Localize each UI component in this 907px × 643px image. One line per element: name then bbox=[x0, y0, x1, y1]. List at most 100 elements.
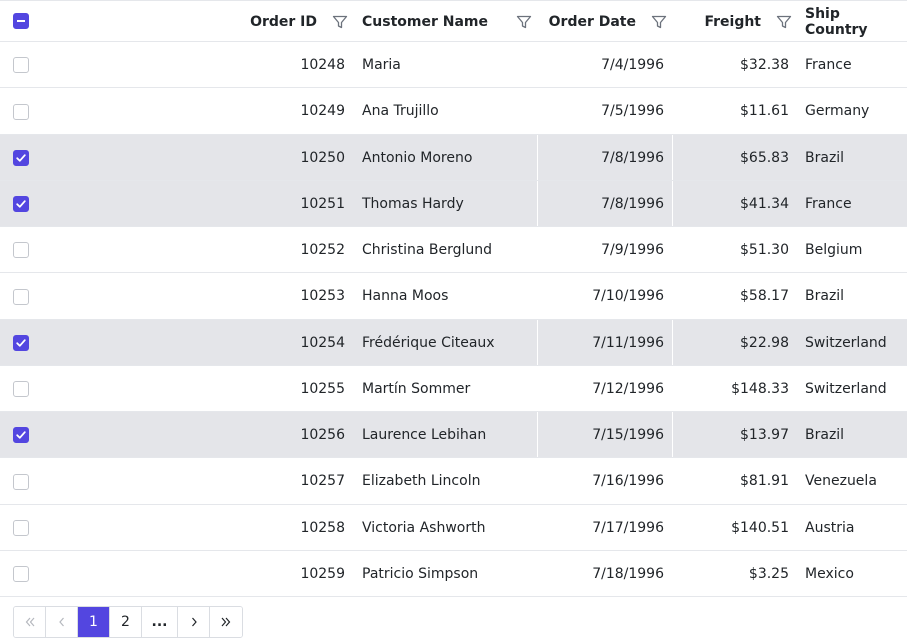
cell-order-id: 10258 bbox=[300, 519, 345, 536]
cell-freight: $65.83 bbox=[740, 149, 789, 166]
row-select-checkbox[interactable] bbox=[13, 566, 29, 582]
header-freight[interactable]: Freight bbox=[675, 1, 761, 43]
table-row[interactable]: 10258 Victoria Ashworth 7/17/1996 $140.51 Au… bbox=[0, 505, 907, 551]
header-customer-name-label: Customer Name bbox=[362, 14, 488, 30]
table-row[interactable]: 10254 Frédérique Citeaux 7/11/1996 $22.98 Sw… bbox=[0, 320, 907, 366]
cell-order-date: 7/17/1996 bbox=[592, 519, 664, 536]
filter-icon[interactable] bbox=[516, 14, 532, 30]
cell-order-date: 7/12/1996 bbox=[592, 380, 664, 397]
cell-freight: $11.61 bbox=[740, 103, 789, 119]
cell-freight: $41.34 bbox=[740, 195, 789, 212]
cell-order-id: 10259 bbox=[300, 565, 345, 582]
row-select-checkbox[interactable] bbox=[13, 289, 29, 305]
table-row[interactable]: 10257 Elizabeth Lincoln 7/16/1996 $81.91 Ven… bbox=[0, 458, 907, 505]
page-button-2[interactable]: 2 bbox=[110, 607, 142, 637]
cell-customer-name: Frédérique Citeaux bbox=[362, 334, 495, 351]
header-ship-country[interactable]: Ship Country bbox=[805, 1, 907, 43]
double-chevron-right-icon bbox=[221, 617, 231, 627]
table-row[interactable]: 10251 Thomas Hardy 7/8/1996 $41.34 France bbox=[0, 181, 907, 227]
cell-freight: $81.91 bbox=[740, 473, 789, 489]
row-select-checkbox[interactable] bbox=[13, 242, 29, 258]
cell-order-id: 10252 bbox=[300, 241, 345, 258]
cell-freight: $3.25 bbox=[748, 565, 789, 582]
filter-icon[interactable] bbox=[776, 14, 792, 30]
indeterminate-icon bbox=[17, 20, 25, 22]
last-page-button[interactable] bbox=[210, 607, 242, 637]
page-ellipsis-button[interactable]: ... bbox=[142, 607, 178, 637]
cell-order-id: 10254 bbox=[300, 334, 345, 351]
header-freight-label: Freight bbox=[704, 14, 761, 30]
column-separator bbox=[672, 320, 673, 365]
table-row[interactable]: 10256 Laurence Lebihan 7/15/1996 $13.97 Braz… bbox=[0, 412, 907, 458]
prev-page-button[interactable] bbox=[46, 607, 78, 637]
cell-order-date: 7/9/1996 bbox=[601, 241, 664, 258]
cell-freight: $32.38 bbox=[740, 56, 789, 73]
table-row[interactable]: 10253 Hanna Moos 7/10/1996 $58.17 Brazil bbox=[0, 273, 907, 320]
header-order-id[interactable]: Order ID bbox=[150, 1, 317, 43]
header-order-id-label: Order ID bbox=[250, 14, 317, 30]
cell-freight: $13.97 bbox=[740, 426, 789, 443]
chevron-left-icon bbox=[58, 617, 64, 627]
row-select-checkbox[interactable] bbox=[13, 196, 29, 212]
cell-order-id: 10249 bbox=[300, 103, 345, 119]
cell-order-id: 10255 bbox=[300, 380, 345, 397]
table-row[interactable]: 10248 Maria 7/4/1996 $32.38 France bbox=[0, 42, 907, 88]
table-row[interactable]: 10255 Martín Sommer 7/12/1996 $148.33 Switze… bbox=[0, 366, 907, 412]
row-select-checkbox[interactable] bbox=[13, 150, 29, 166]
cell-ship-country: Switzerland bbox=[805, 334, 887, 351]
table-row[interactable]: 10252 Christina Berglund 7/9/1996 $51.30 Bel… bbox=[0, 227, 907, 273]
cell-customer-name: Laurence Lebihan bbox=[362, 426, 487, 443]
cell-customer-name: Hanna Moos bbox=[362, 288, 449, 304]
cell-order-id: 10256 bbox=[300, 426, 345, 443]
cell-customer-name: Thomas Hardy bbox=[362, 195, 464, 212]
table-row[interactable]: 10249 Ana Trujillo 7/5/1996 $11.61 Germany bbox=[0, 88, 907, 135]
cell-order-date: 7/16/1996 bbox=[592, 473, 664, 489]
cell-order-id: 10251 bbox=[300, 195, 345, 212]
cell-ship-country: Brazil bbox=[805, 149, 845, 166]
column-separator bbox=[672, 135, 673, 180]
cell-customer-name: Maria bbox=[362, 56, 401, 73]
cell-freight: $22.98 bbox=[740, 334, 789, 351]
row-select-checkbox[interactable] bbox=[13, 474, 29, 490]
table-row[interactable]: 10259 Patricio Simpson 7/18/1996 $3.25 Mexic… bbox=[0, 551, 907, 597]
filter-icon[interactable] bbox=[651, 14, 667, 30]
first-page-button[interactable] bbox=[14, 607, 46, 637]
cell-ship-country: Belgium bbox=[805, 241, 863, 258]
chevron-right-icon bbox=[191, 617, 197, 627]
row-select-checkbox[interactable] bbox=[13, 104, 29, 120]
row-select-checkbox[interactable] bbox=[13, 427, 29, 443]
cell-order-id: 10257 bbox=[300, 473, 345, 489]
header-customer-name[interactable]: Customer Name bbox=[362, 1, 512, 43]
row-select-checkbox[interactable] bbox=[13, 381, 29, 397]
column-separator bbox=[672, 412, 673, 457]
next-page-button[interactable] bbox=[178, 607, 210, 637]
cell-order-date: 7/4/1996 bbox=[601, 56, 664, 73]
header-ship-country-label: Ship Country bbox=[805, 6, 868, 38]
cell-ship-country: France bbox=[805, 56, 852, 73]
page-button-1[interactable]: 1 bbox=[78, 607, 110, 637]
row-select-checkbox[interactable] bbox=[13, 335, 29, 351]
cell-customer-name: Patricio Simpson bbox=[362, 565, 479, 582]
checkmark-icon bbox=[16, 154, 26, 162]
cell-freight: $140.51 bbox=[731, 519, 789, 536]
header-order-date-label: Order Date bbox=[548, 14, 636, 30]
table-row[interactable]: 10250 Antonio Moreno 7/8/1996 $65.83 Brazil bbox=[0, 135, 907, 181]
select-all-checkbox[interactable] bbox=[13, 13, 29, 29]
column-separator bbox=[672, 181, 673, 226]
cell-order-date: 7/8/1996 bbox=[601, 195, 664, 212]
cell-freight: $51.30 bbox=[740, 241, 789, 258]
cell-ship-country: Switzerland bbox=[805, 380, 887, 397]
filter-icon[interactable] bbox=[332, 14, 348, 30]
checkmark-icon bbox=[16, 431, 26, 439]
pager: 1 2 ... bbox=[13, 606, 243, 638]
cell-customer-name: Antonio Moreno bbox=[362, 149, 473, 166]
row-select-checkbox[interactable] bbox=[13, 57, 29, 73]
cell-ship-country: Venezuela bbox=[805, 473, 877, 489]
cell-order-date: 7/15/1996 bbox=[592, 426, 664, 443]
column-separator bbox=[537, 181, 538, 226]
grid-header: Order ID Customer Name Order Date Freigh… bbox=[0, 0, 907, 42]
column-separator bbox=[537, 135, 538, 180]
cell-ship-country: Germany bbox=[805, 103, 870, 119]
row-select-checkbox[interactable] bbox=[13, 520, 29, 536]
header-order-date[interactable]: Order Date bbox=[540, 1, 636, 43]
